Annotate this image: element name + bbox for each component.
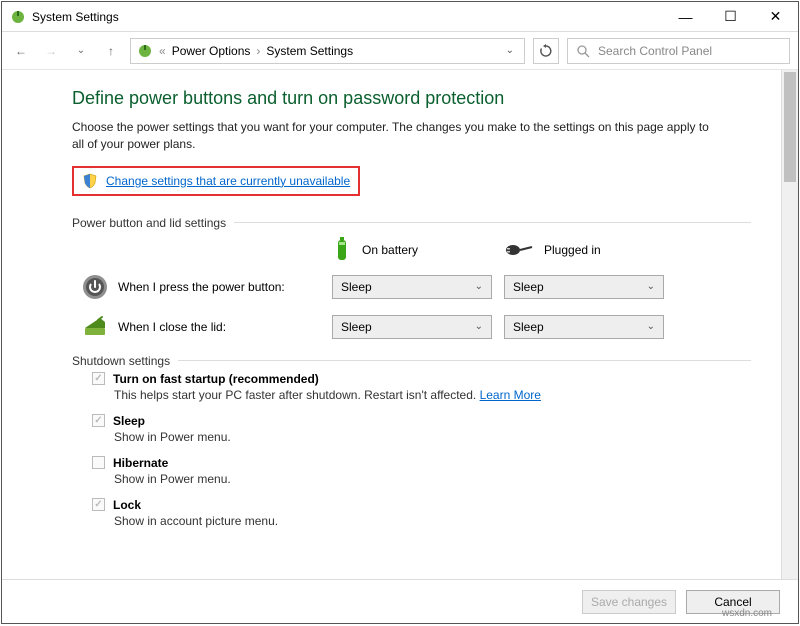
- column-headers: On battery Plugged in: [72, 236, 751, 264]
- chevron-down-icon: ⌄: [475, 281, 483, 292]
- shield-icon: [82, 173, 98, 189]
- plug-icon: [504, 241, 534, 259]
- breadcrumb[interactable]: « Power Options › System Settings ⌄: [130, 38, 525, 64]
- fast-startup-checkbox[interactable]: [92, 372, 105, 385]
- titlebar: System Settings — ☐ ✕: [2, 2, 798, 32]
- on-battery-label: On battery: [362, 243, 418, 257]
- close-lid-row: When I close the lid: Sleep⌄ Sleep⌄: [72, 314, 751, 340]
- page-heading: Define power buttons and turn on passwor…: [72, 88, 751, 109]
- page-description: Choose the power settings that you want …: [72, 119, 712, 154]
- power-button-plugged-dropdown[interactable]: Sleep⌄: [504, 275, 664, 299]
- hibernate-option: Hibernate Show in Power menu.: [92, 456, 751, 486]
- lid-icon: [82, 314, 108, 340]
- app-icon: [10, 9, 26, 25]
- window-controls: — ☐ ✕: [663, 2, 798, 32]
- power-button-battery-dropdown[interactable]: Sleep⌄: [332, 275, 492, 299]
- forward-button[interactable]: →: [40, 40, 62, 62]
- refresh-icon: [539, 44, 553, 58]
- footer: Save changes Cancel: [2, 579, 798, 623]
- chevron-down-icon: ⌄: [475, 321, 483, 332]
- power-button-section-title: Power button and lid settings: [72, 216, 226, 230]
- power-icon: [82, 274, 108, 300]
- search-icon: [576, 44, 590, 58]
- window-frame: System Settings — ☐ ✕ ← → ⌄ ↑ « Power Op…: [1, 1, 799, 624]
- shutdown-section-title: Shutdown settings: [72, 354, 170, 368]
- content: Define power buttons and turn on passwor…: [2, 70, 781, 579]
- breadcrumb-chevron[interactable]: ⌄: [506, 45, 518, 56]
- sleep-label: Sleep: [113, 414, 145, 428]
- shutdown-section-header: Shutdown settings: [72, 354, 751, 368]
- search-placeholder: Search Control Panel: [598, 44, 712, 58]
- close-lid-row-label: When I close the lid:: [72, 314, 332, 340]
- fast-startup-option: Turn on fast startup (recommended) This …: [92, 372, 751, 402]
- maximize-button[interactable]: ☐: [708, 2, 753, 32]
- divider: [234, 222, 751, 223]
- search-input[interactable]: Search Control Panel: [567, 38, 790, 64]
- sleep-sub: Show in Power menu.: [114, 430, 751, 444]
- close-lid-plugged-dropdown[interactable]: Sleep⌄: [504, 315, 664, 339]
- plugged-in-label: Plugged in: [544, 243, 601, 257]
- breadcrumb-system-settings[interactable]: System Settings: [266, 44, 353, 58]
- lock-checkbox[interactable]: [92, 498, 105, 511]
- battery-icon: [332, 236, 352, 264]
- navbar: ← → ⌄ ↑ « Power Options › System Setting…: [2, 32, 798, 70]
- window-title: System Settings: [32, 10, 119, 24]
- close-button[interactable]: ✕: [753, 2, 798, 32]
- fast-startup-sub: This helps start your PC faster after sh…: [114, 388, 751, 402]
- minimize-button[interactable]: —: [663, 2, 708, 32]
- back-button[interactable]: ←: [10, 40, 32, 62]
- fast-startup-label: Turn on fast startup (recommended): [113, 372, 319, 386]
- breadcrumb-sep: ›: [256, 44, 260, 58]
- breadcrumb-icon: [137, 43, 153, 59]
- shutdown-options-list: Turn on fast startup (recommended) This …: [92, 372, 751, 528]
- hibernate-label: Hibernate: [113, 456, 168, 470]
- sleep-checkbox[interactable]: [92, 414, 105, 427]
- content-area: Define power buttons and turn on passwor…: [2, 70, 798, 579]
- breadcrumb-sep: «: [159, 44, 166, 58]
- lock-sub: Show in account picture menu.: [114, 514, 751, 528]
- on-battery-column: On battery: [332, 236, 504, 264]
- breadcrumb-power-options[interactable]: Power Options: [172, 44, 251, 58]
- plugged-in-column: Plugged in: [504, 241, 676, 259]
- vertical-scrollbar[interactable]: [781, 70, 798, 579]
- refresh-button[interactable]: [533, 38, 559, 64]
- lock-label: Lock: [113, 498, 141, 512]
- sleep-option: Sleep Show in Power menu.: [92, 414, 751, 444]
- change-settings-highlight: Change settings that are currently unava…: [72, 166, 360, 196]
- lock-option: Lock Show in account picture menu.: [92, 498, 751, 528]
- up-button[interactable]: ↑: [100, 40, 122, 62]
- power-button-row-label: When I press the power button:: [72, 274, 332, 300]
- scrollbar-thumb[interactable]: [784, 72, 796, 182]
- close-lid-battery-dropdown[interactable]: Sleep⌄: [332, 315, 492, 339]
- power-button-row: When I press the power button: Sleep⌄ Sl…: [72, 274, 751, 300]
- watermark: wsxdn.com: [722, 608, 772, 619]
- power-button-section-header: Power button and lid settings: [72, 216, 751, 230]
- chevron-down-icon: ⌄: [647, 321, 655, 332]
- hibernate-checkbox[interactable]: [92, 456, 105, 469]
- divider: [178, 360, 751, 361]
- learn-more-link[interactable]: Learn More: [480, 388, 541, 402]
- recent-dropdown[interactable]: ⌄: [70, 40, 92, 62]
- save-changes-button[interactable]: Save changes: [582, 590, 676, 614]
- hibernate-sub: Show in Power menu.: [114, 472, 751, 486]
- change-settings-link[interactable]: Change settings that are currently unava…: [106, 174, 350, 188]
- chevron-down-icon: ⌄: [647, 281, 655, 292]
